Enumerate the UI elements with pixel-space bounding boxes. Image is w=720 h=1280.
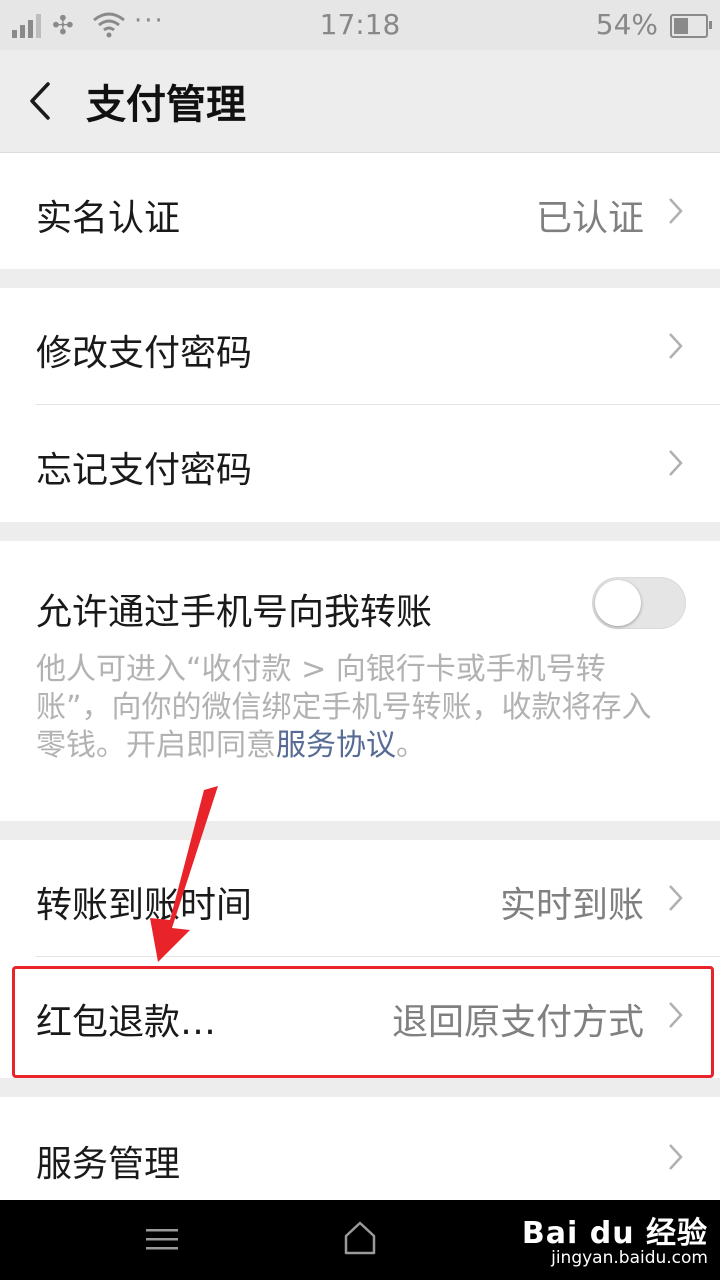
system-nav-bar: Bai du 经验 jingyan.baidu.com [0,1200,720,1280]
red-packet-refund-label: 红包退款… [36,1002,217,1043]
phone-transfer-row: 允许通过手机号向我转账 他人可进入“收付款 > 向银行卡或手机号转账”，向你的微… [0,541,720,821]
transfer-time-label: 转账到账时间 [36,885,253,926]
battery-icon [670,14,712,38]
section-phone-transfer: 允许通过手机号向我转账 他人可进入“收付款 > 向银行卡或手机号转账”，向你的微… [0,541,720,821]
change-password-label: 修改支付密码 [36,333,253,374]
transfer-time-row[interactable]: 转账到账时间 实时到账 [0,840,720,957]
phone-transfer-toggle[interactable] [592,577,686,629]
chevron-right-icon [669,333,683,359]
transfer-time-value: 实时到账 [499,885,644,926]
status-bar: ✣ ··· 17:18 54% [0,0,720,50]
toggle-knob [595,580,641,626]
real-name-label: 实名认证 [36,198,181,239]
phone-transfer-description: 他人可进入“收付款 > 向银行卡或手机号转账”，向你的微信绑定手机号转账，收款将… [36,651,676,765]
change-password-row[interactable]: 修改支付密码 [0,288,720,405]
nav-bar: 支付管理 [0,50,720,153]
phone-transfer-label: 允许通过手机号向我转账 [36,592,433,633]
service-management-row[interactable]: 服务管理 [0,1097,720,1200]
chevron-right-icon [669,885,683,911]
real-name-row[interactable]: 实名认证 已认证 [0,153,720,270]
section-transfer: 转账到账时间 实时到账 红包退款… 退回原支付方式 [0,840,720,1078]
back-icon[interactable] [22,76,62,126]
forgot-password-row[interactable]: 忘记支付密码 [0,405,720,522]
menu-icon[interactable] [146,1224,178,1254]
section-service: 服务管理 [0,1097,720,1200]
service-management-label: 服务管理 [36,1144,181,1185]
watermark-logo: Bai du 经验 [521,1216,708,1251]
battery-percent: 54% [595,8,658,41]
service-agreement-link[interactable]: 服务协议 [276,728,396,763]
chevron-right-icon [669,198,683,224]
real-name-status: 已认证 [535,198,644,239]
chevron-right-icon [669,1144,683,1170]
section-real-name: 实名认证 已认证 [0,153,720,269]
red-packet-refund-value: 退回原支付方式 [391,1002,644,1043]
chevron-right-icon [669,1002,683,1028]
baidu-jingyan-watermark: Bai du 经验 jingyan.baidu.com [522,1204,710,1278]
forgot-password-label: 忘记支付密码 [36,450,253,491]
description-end: 。 [396,728,426,763]
watermark-url: jingyan.baidu.com [551,1248,708,1268]
section-password: 修改支付密码 忘记支付密码 [0,288,720,522]
page-title: 支付管理 [86,82,246,128]
red-packet-refund-row[interactable]: 红包退款… 退回原支付方式 [0,957,720,1074]
chevron-right-icon [669,450,683,476]
home-icon[interactable] [342,1218,378,1258]
